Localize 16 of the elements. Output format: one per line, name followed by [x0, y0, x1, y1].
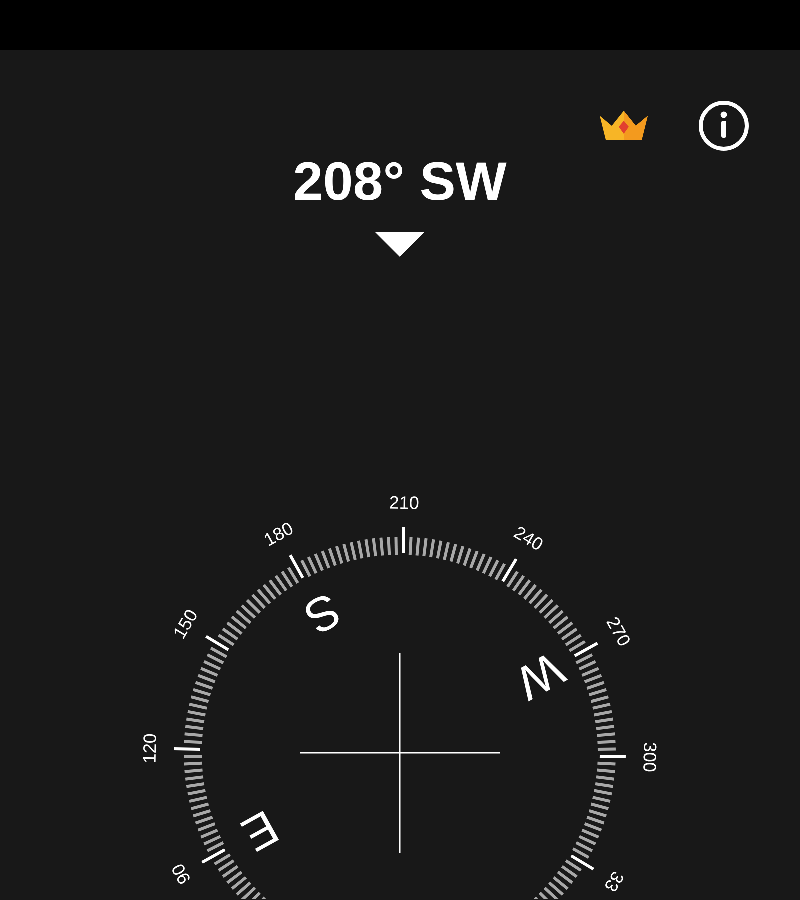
degree-label: 270: [602, 614, 635, 650]
cardinal-letter: W: [507, 641, 573, 710]
degree-label: 180: [260, 518, 297, 550]
degree-label: 240: [510, 522, 547, 556]
pointer-icon: [375, 232, 425, 257]
degree-label: 90: [168, 860, 195, 888]
degree-label: 150: [169, 606, 202, 642]
info-icon[interactable]: [698, 100, 750, 152]
degree-label: 210: [389, 492, 420, 514]
degree-label: 33: [600, 868, 628, 896]
cardinal-letter: S: [296, 582, 350, 644]
degree-label: 120: [140, 733, 160, 764]
heading-reading: 208° SW: [293, 152, 507, 212]
crown-icon[interactable]: [598, 110, 650, 142]
degree-label: 300: [640, 742, 660, 773]
cardinal-letter: E: [233, 800, 287, 862]
